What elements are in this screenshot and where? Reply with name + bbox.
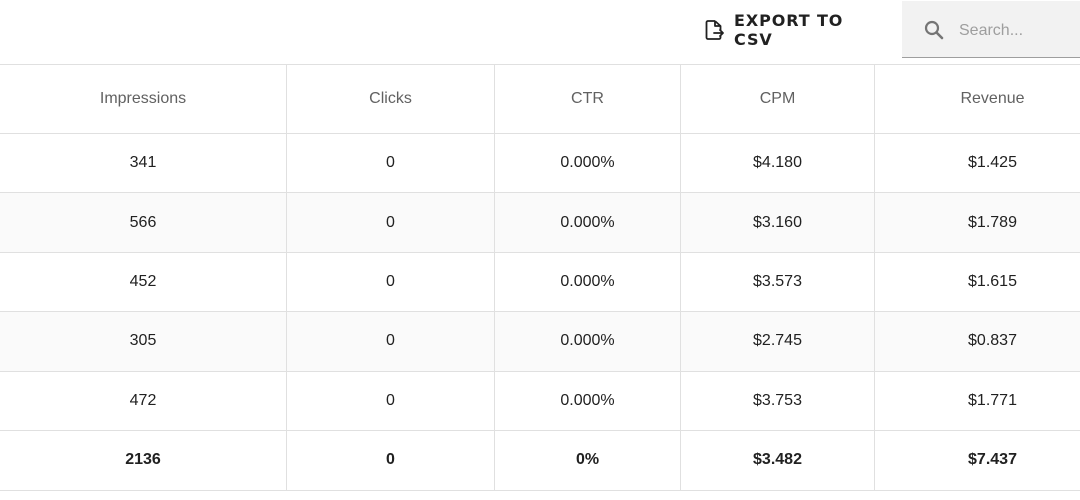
total-cpm: $3.482 <box>681 430 875 490</box>
column-header-impressions[interactable]: Impressions <box>0 65 287 133</box>
cell-clicks: 0 <box>287 371 495 430</box>
cell-impressions: 566 <box>0 193 287 252</box>
search-field[interactable] <box>902 1 1080 58</box>
cell-impressions: 472 <box>0 371 287 430</box>
column-header-ctr[interactable]: CTR <box>495 65 681 133</box>
export-to-csv-button[interactable]: EXPORT TO CSV <box>694 10 878 50</box>
data-grid: Impressions Clicks CTR CPM Revenue 341 0… <box>0 64 1080 491</box>
cell-cpm: $4.180 <box>681 134 875 193</box>
column-header-clicks[interactable]: Clicks <box>287 65 495 133</box>
cell-ctr: 0.000% <box>495 134 681 193</box>
cell-impressions: 341 <box>0 134 287 193</box>
export-label: EXPORT TO CSV <box>734 11 844 49</box>
cell-revenue: $1.771 <box>968 391 1017 409</box>
cell-ctr: 0.000% <box>495 371 681 430</box>
search-icon <box>922 18 946 42</box>
table-header-row: Impressions Clicks CTR CPM Revenue <box>0 65 1080 134</box>
totals-row: 2136 0 0% $3.482 $7.437 <box>0 430 1080 491</box>
cell-cpm: $2.745 <box>681 312 875 371</box>
column-header-revenue[interactable]: Revenue <box>875 65 1080 133</box>
table-row: 305 0 0.000% $2.745 $0.837 <box>0 312 1080 372</box>
search-input[interactable] <box>957 15 1079 47</box>
cell-impressions: 452 <box>0 252 287 312</box>
cell-ctr: 0.000% <box>495 312 681 371</box>
cell-ctr: 0.000% <box>495 252 681 312</box>
toolbar: EXPORT TO CSV <box>0 0 1080 64</box>
table-row: 472 0 0.000% $3.753 $1.771 <box>0 371 1080 431</box>
cell-ctr: 0.000% <box>495 193 681 252</box>
table-row: 566 0 0.000% $3.160 $1.789 <box>0 193 1080 253</box>
cell-clicks: 0 <box>287 252 495 312</box>
cell-impressions: 305 <box>0 312 287 371</box>
total-ctr: 0% <box>495 430 681 490</box>
cell-cpm: $3.160 <box>681 193 875 252</box>
cell-revenue: $1.789 <box>968 213 1017 231</box>
table-row: 341 0 0.000% $4.180 $1.425 <box>0 134 1080 194</box>
file-export-icon <box>702 18 726 42</box>
cell-clicks: 0 <box>287 312 495 371</box>
total-impressions: 2136 <box>0 430 287 490</box>
cell-revenue: $0.837 <box>968 332 1017 350</box>
total-clicks: 0 <box>287 430 495 490</box>
cell-revenue: $1.425 <box>968 154 1017 172</box>
total-revenue: $7.437 <box>968 451 1017 469</box>
column-header-cpm[interactable]: CPM <box>681 65 875 133</box>
cell-cpm: $3.753 <box>681 371 875 430</box>
cell-clicks: 0 <box>287 193 495 252</box>
table-row: 452 0 0.000% $3.573 $1.615 <box>0 252 1080 313</box>
cell-clicks: 0 <box>287 134 495 193</box>
cell-cpm: $3.573 <box>681 252 875 312</box>
cell-revenue: $1.615 <box>968 272 1017 290</box>
